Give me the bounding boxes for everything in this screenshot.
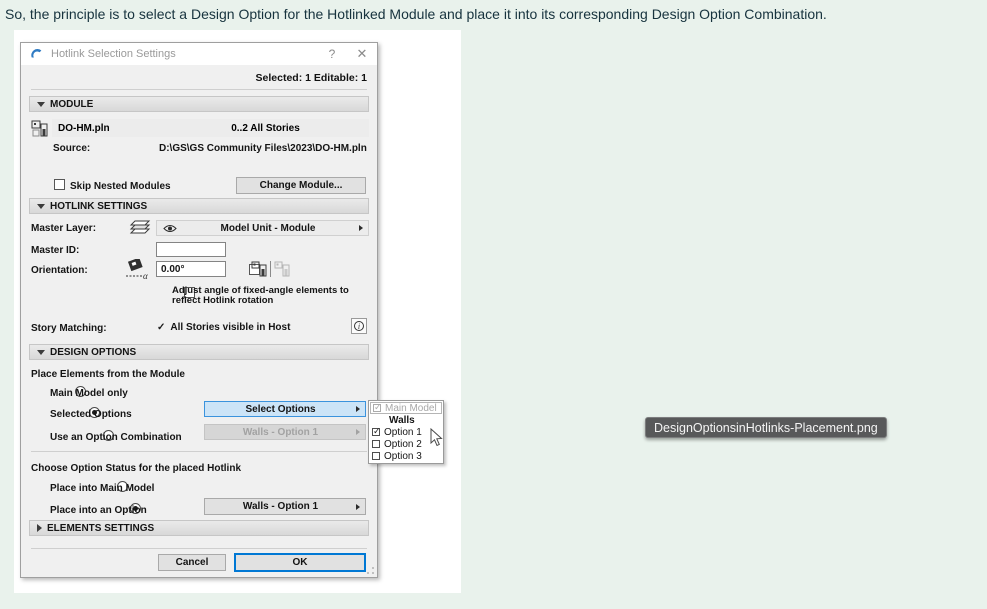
- page-caption: So, the principle is to select a Design …: [5, 6, 827, 22]
- master-id-label: Master ID:: [31, 245, 80, 256]
- radio-place-into-option-label: Place into an Option: [50, 505, 147, 516]
- fixed-module-icon-disabled: [274, 261, 290, 277]
- story-matching-value: All Stories visible in Host: [157, 322, 290, 333]
- place-option-dropdown[interactable]: Walls - Option 1: [204, 498, 366, 515]
- story-matching-label: Story Matching:: [31, 323, 107, 334]
- master-layer-value: Model Unit - Module: [220, 222, 316, 234]
- radio-main-model-only-label: Main Model only: [50, 388, 128, 399]
- rotation-angle-icon: α: [126, 259, 148, 281]
- skip-nested-modules-label: Skip Nested Modules: [70, 181, 171, 192]
- popup-group-walls: Walls: [370, 414, 442, 426]
- arrow-right-icon: [359, 225, 363, 231]
- chevron-down-icon: [37, 349, 45, 355]
- checkbox-checked-icon: [373, 402, 382, 413]
- separator: [31, 89, 367, 90]
- filename-tooltip: DesignOptionsinHotlinks-Placement.png: [645, 417, 887, 438]
- place-option-value: Walls - Option 1: [242, 501, 319, 512]
- section-header-design-options[interactable]: DESIGN OPTIONS: [29, 344, 369, 360]
- module-stories: 0..2 All Stories: [231, 122, 300, 134]
- source-label: Source:: [53, 143, 91, 154]
- divider: [270, 261, 271, 277]
- cancel-button[interactable]: Cancel: [158, 554, 226, 571]
- option-combination-value: Walls - Option 1: [242, 426, 319, 438]
- checkbox-unchecked-icon: [372, 440, 380, 448]
- chevron-down-icon: [37, 203, 45, 209]
- skip-nested-modules-checkbox[interactable]: [54, 179, 65, 190]
- section-label: ELEMENTS SETTINGS: [47, 522, 155, 534]
- module-file-name: DO-HM.pln: [58, 122, 110, 134]
- module-row[interactable]: DO-HM.pln 0..2 All Stories: [52, 119, 369, 137]
- layers-icon: [129, 220, 151, 234]
- arrow-right-icon: [356, 503, 360, 510]
- eye-icon: [163, 224, 177, 232]
- section-header-elements-settings[interactable]: ELEMENTS SETTINGS: [29, 520, 369, 536]
- source-path: D:\GS\GS Community Files\2023\DO-HM.pln: [159, 143, 367, 154]
- adjust-angle-label: Adjust angle of fixed-angle elements to …: [172, 285, 349, 306]
- chevron-down-icon: [37, 101, 45, 107]
- change-module-button[interactable]: Change Module...: [236, 177, 366, 194]
- hotlink-selection-settings-dialog: Hotlink Selection Settings ? ✕ Selected:…: [20, 42, 378, 578]
- dialog-titlebar[interactable]: Hotlink Selection Settings ? ✕: [21, 43, 377, 65]
- popup-item-main-model[interactable]: Main Model: [370, 402, 442, 414]
- resize-grip[interactable]: [366, 566, 375, 575]
- radio-option-combination-label: Use an Option Combination: [50, 432, 182, 443]
- ok-button[interactable]: OK: [234, 553, 366, 572]
- module-icon: [31, 120, 48, 137]
- orientation-angle-field[interactable]: [156, 261, 226, 277]
- section-label: DESIGN OPTIONS: [50, 346, 137, 358]
- select-options-label: Select Options: [245, 403, 316, 415]
- select-options-dropdown[interactable]: Select Options: [204, 401, 366, 417]
- popup-item-option-3[interactable]: Option 3: [370, 450, 442, 462]
- master-layer-label: Master Layer:: [31, 223, 97, 234]
- popup-item-label: Main Model: [385, 402, 437, 414]
- popup-item-label: Option 3: [384, 450, 422, 462]
- chevron-right-icon: [37, 524, 42, 532]
- section-label: HOTLINK SETTINGS: [50, 200, 148, 212]
- help-button[interactable]: ?: [317, 43, 347, 65]
- section-label: MODULE: [50, 98, 94, 110]
- selection-status: Selected: 1 Editable: 1: [255, 72, 367, 84]
- place-elements-label: Place Elements from the Module: [31, 369, 185, 380]
- separator: [31, 548, 367, 549]
- option-combination-dropdown: Walls - Option 1: [204, 424, 366, 440]
- radio-selected-options-label: Selected Options: [50, 409, 132, 420]
- svg-text:α: α: [143, 271, 148, 281]
- popup-group-label: Walls: [389, 414, 415, 426]
- archicad-logo-icon: [31, 49, 42, 58]
- radio-place-main-model-label: Place into Main Model: [50, 483, 155, 494]
- choose-status-label: Choose Option Status for the placed Hotl…: [31, 463, 242, 474]
- orientation-label: Orientation:: [31, 265, 88, 276]
- dialog-title: Hotlink Selection Settings: [51, 48, 176, 60]
- arrow-right-icon: [356, 406, 360, 412]
- checkbox-checked-icon: [372, 426, 381, 437]
- popup-item-label: Option 2: [384, 438, 422, 450]
- mouse-cursor-icon: [430, 428, 443, 447]
- master-layer-dropdown[interactable]: Model Unit - Module: [156, 220, 369, 236]
- section-header-hotlink-settings[interactable]: HOTLINK SETTINGS: [29, 198, 369, 214]
- popup-item-label: Option 1: [384, 426, 422, 438]
- info-icon[interactable]: [351, 318, 367, 334]
- separator: [31, 451, 367, 452]
- checkbox-unchecked-icon: [372, 452, 380, 460]
- arrow-right-icon: [356, 429, 360, 435]
- close-icon[interactable]: ✕: [347, 43, 377, 65]
- rotate-module-icon[interactable]: [251, 261, 267, 277]
- section-header-module[interactable]: MODULE: [29, 96, 369, 112]
- master-id-field[interactable]: [156, 242, 226, 257]
